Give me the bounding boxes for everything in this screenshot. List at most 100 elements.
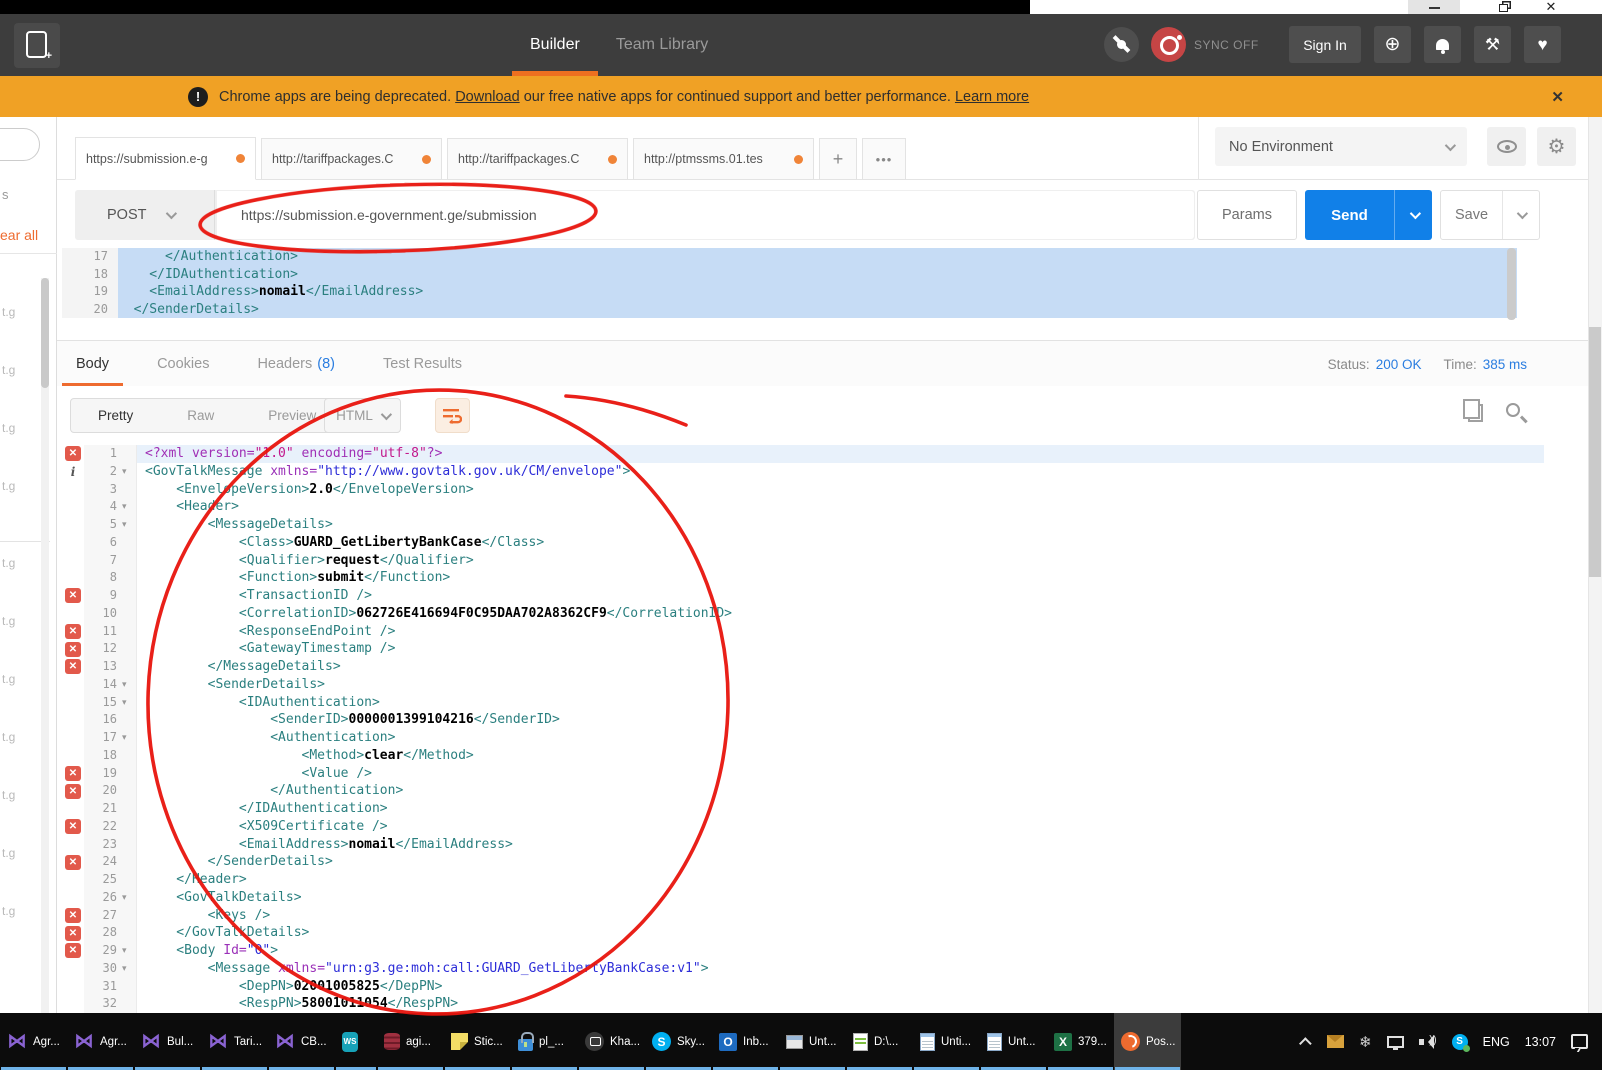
new-tab-button[interactable]: +	[14, 23, 60, 68]
request-tab[interactable]: http://ptmssms.01.tes	[633, 138, 814, 180]
info-icon[interactable]: i	[71, 465, 76, 479]
tab-builder[interactable]: Builder	[512, 14, 598, 76]
time-value[interactable]: 385 ms	[1483, 357, 1527, 372]
error-icon[interactable]: ✕	[65, 588, 81, 603]
taskbar-app-npp[interactable]: D:\...	[846, 1013, 913, 1070]
taskbar-app-notepad[interactable]: Unti...	[913, 1013, 980, 1070]
params-button[interactable]: Params	[1197, 190, 1297, 240]
error-icon[interactable]: ✕	[65, 855, 81, 870]
fold-arrow-icon[interactable]: ▾	[122, 960, 137, 978]
request-tab[interactable]: https://submission.e-g	[75, 137, 256, 180]
tab-overflow-button[interactable]: •••	[862, 138, 906, 180]
taskbar-app-chat[interactable]: Kha...	[578, 1013, 645, 1070]
fold-arrow-icon[interactable]: ▾	[122, 942, 137, 960]
taskbar-app-vs[interactable]: ⋈Bul...	[134, 1013, 201, 1070]
fold-arrow-icon[interactable]: ▾	[122, 498, 137, 516]
taskbar-app-excel[interactable]: X379...	[1047, 1013, 1114, 1070]
new-request-tab-button[interactable]: +	[819, 138, 857, 180]
taskbar-app-window[interactable]: Unt...	[779, 1013, 846, 1070]
error-icon[interactable]: ✕	[65, 819, 81, 834]
sync-icon[interactable]	[1151, 27, 1186, 62]
learn-more-link[interactable]: Learn more	[955, 89, 1029, 105]
fold-arrow-icon[interactable]: ▾	[122, 889, 137, 907]
sidebar-search-input[interactable]	[0, 128, 40, 161]
error-icon[interactable]: ✕	[65, 659, 81, 674]
error-icon[interactable]: ✕	[65, 766, 81, 781]
error-icon[interactable]: ✕	[65, 446, 81, 461]
environment-select[interactable]: No Environment	[1215, 127, 1467, 166]
request-body-editor[interactable]: 17 </Authentication>18 </IDAuthenticatio…	[62, 248, 1517, 322]
environment-eye-button[interactable]	[1487, 127, 1526, 166]
taskbar-app-vs[interactable]: ⋈Tari...	[201, 1013, 268, 1070]
heart-icon[interactable]: ♥	[1524, 26, 1561, 63]
taskbar-app-sticky[interactable]: Stic...	[444, 1013, 511, 1070]
sign-in-button[interactable]: Sign In	[1289, 26, 1361, 63]
taskbar-app-notepad[interactable]: Unt...	[980, 1013, 1047, 1070]
status-value[interactable]: 200 OK	[1376, 357, 1422, 372]
interceptor-icon[interactable]	[1104, 27, 1139, 62]
error-icon[interactable]: ✕	[65, 642, 81, 657]
taskbar-app-postman[interactable]: Pos...	[1114, 1013, 1181, 1070]
language-indicator[interactable]: ENG	[1483, 1035, 1510, 1049]
taskbar-app-vs[interactable]: ⋈Agr...	[67, 1013, 134, 1070]
copy-icon[interactable]	[1468, 404, 1483, 422]
download-link[interactable]: Download	[455, 89, 520, 105]
response-tab-test-results[interactable]: Test Results	[369, 341, 476, 387]
send-options-chevron[interactable]	[1395, 190, 1432, 240]
taskbar-app-vs[interactable]: ⋈CB...	[268, 1013, 335, 1070]
action-center-icon[interactable]	[1571, 1034, 1588, 1049]
clock[interactable]: 13:07	[1525, 1035, 1556, 1049]
response-body-viewer[interactable]: ✕1<?xml version="1.0" encoding="utf-8"?>…	[62, 445, 1544, 1013]
request-tab[interactable]: http://tariffpackages.C	[261, 138, 442, 180]
view-mode-raw[interactable]: Raw	[160, 399, 241, 432]
sidebar-scrollbar[interactable]	[41, 278, 49, 1018]
error-icon[interactable]: ✕	[65, 908, 81, 923]
send-button[interactable]: Send	[1305, 190, 1432, 240]
request-tab[interactable]: http://tariffpackages.C	[447, 138, 628, 180]
tray-mail-icon[interactable]	[1327, 1035, 1344, 1048]
response-tab-cookies[interactable]: Cookies	[143, 341, 223, 387]
tray-snowflake-icon[interactable]: ❄	[1359, 1033, 1372, 1051]
taskbar-app-outlook[interactable]: OInb...	[712, 1013, 779, 1070]
save-options-chevron[interactable]	[1503, 191, 1539, 239]
response-tab-body[interactable]: Body	[62, 341, 123, 387]
main-scrollbar-thumb[interactable]	[1589, 327, 1601, 577]
fold-arrow-icon[interactable]: ▾	[122, 516, 137, 534]
sidebar-scrollbar-thumb[interactable]	[41, 278, 49, 388]
search-icon[interactable]	[1506, 403, 1520, 417]
error-icon[interactable]: ✕	[65, 624, 81, 639]
fold-arrow-icon[interactable]: ▾	[122, 676, 137, 694]
taskbar-app-skype[interactable]: SSky...	[645, 1013, 712, 1070]
error-icon[interactable]: ✕	[65, 943, 81, 958]
window-close-button[interactable]: ✕	[1536, 0, 1566, 14]
tray-network-icon[interactable]	[1387, 1036, 1404, 1048]
banner-close-icon[interactable]: ✕	[1551, 88, 1564, 106]
wrap-text-button[interactable]	[435, 398, 470, 433]
format-select[interactable]: HTML	[324, 398, 401, 433]
fold-arrow-icon[interactable]: ▾	[122, 729, 137, 747]
response-tab-headers[interactable]: Headers(8)	[243, 341, 349, 387]
tray-expand-chevron-icon[interactable]	[1299, 1037, 1312, 1050]
wrench-icon[interactable]: ⚒	[1474, 26, 1511, 63]
view-mode-pretty[interactable]: Pretty	[71, 399, 160, 432]
tray-skype-icon[interactable]: S	[1452, 1034, 1468, 1050]
environment-gear-button[interactable]: ⚙	[1537, 127, 1576, 166]
clear-all-link[interactable]: ear all	[0, 225, 57, 254]
error-icon[interactable]: ✕	[65, 784, 81, 799]
taskbar-app-ws[interactable]: WS	[335, 1013, 377, 1070]
fold-arrow-icon[interactable]: ▾	[122, 463, 137, 481]
error-icon[interactable]: ✕	[65, 926, 81, 941]
globe-icon[interactable]: ⊕	[1374, 26, 1411, 63]
request-editor-scrollbar-thumb[interactable]	[1507, 248, 1516, 320]
taskbar-app-lock[interactable]: pl_...	[511, 1013, 578, 1070]
url-input[interactable]: https://submission.e-government.ge/submi…	[217, 191, 1194, 239]
tab-team-library[interactable]: Team Library	[598, 14, 726, 76]
save-button[interactable]: Save	[1440, 190, 1540, 240]
taskbar-app-vs[interactable]: ⋈Agr...	[0, 1013, 67, 1070]
taskbar-app-db[interactable]: agi...	[377, 1013, 444, 1070]
window-restore-button[interactable]	[1488, 0, 1518, 14]
tray-volume-icon[interactable]: ))	[1419, 1035, 1437, 1049]
bell-icon[interactable]	[1424, 26, 1461, 63]
main-scrollbar[interactable]	[1588, 117, 1602, 1013]
method-select[interactable]: POST	[75, 190, 215, 240]
